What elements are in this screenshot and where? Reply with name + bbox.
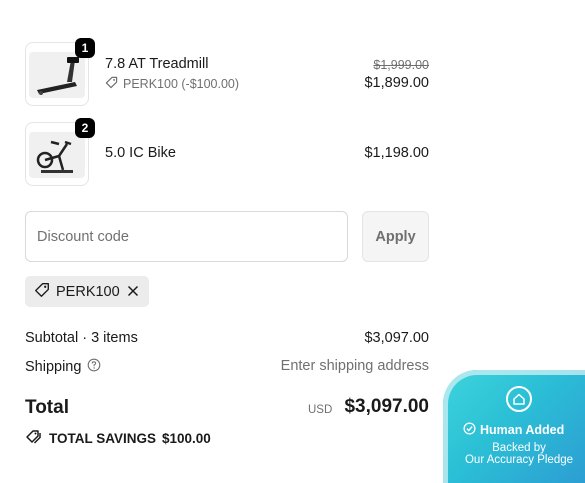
exercise-bike-image bbox=[29, 132, 85, 178]
check-circle-icon bbox=[463, 422, 476, 438]
total-value: $3,097.00 bbox=[344, 396, 429, 417]
accuracy-pledge-badge[interactable]: Human Added Backed by Our Accuracy Pledg… bbox=[443, 370, 585, 483]
quantity-badge: 1 bbox=[75, 38, 95, 58]
shipping-label-group: Shipping bbox=[25, 358, 101, 376]
currency-code: USD bbox=[308, 404, 333, 416]
tag-icon bbox=[34, 282, 50, 302]
treadmill-image bbox=[29, 52, 85, 98]
quantity-badge: 2 bbox=[75, 118, 95, 138]
pledge-title-row: Human Added bbox=[463, 422, 564, 438]
subtotal-label: Subtotal · 3 items bbox=[25, 330, 138, 346]
item-discount: PERK100 (-$100.00) bbox=[105, 76, 239, 92]
item-name: 7.8 AT Treadmill bbox=[105, 56, 209, 72]
pledge-line-2: Our Accuracy Pledge bbox=[464, 454, 574, 466]
line-item: 1 7.8 AT Treadmill PERK100 (-$100.00) $1… bbox=[25, 38, 429, 106]
applied-discount-chip: PERK100 bbox=[25, 276, 149, 307]
tag-icon bbox=[105, 76, 118, 92]
discount-code-input[interactable]: Discount code bbox=[25, 211, 348, 262]
item-discount-label: PERK100 (-$100.00) bbox=[123, 77, 240, 91]
total-savings: TOTAL SAVINGS $100.00 bbox=[25, 429, 211, 448]
shipping-value: Enter shipping address bbox=[280, 358, 429, 374]
close-icon[interactable] bbox=[125, 283, 141, 299]
total-label: Total bbox=[25, 397, 69, 418]
help-icon[interactable] bbox=[87, 358, 101, 376]
item-name: 5.0 IC Bike bbox=[105, 145, 176, 161]
original-price: $1,999.00 bbox=[373, 58, 429, 72]
item-price: $1,899.00 bbox=[364, 75, 429, 91]
savings-label: TOTAL SAVINGS bbox=[49, 431, 157, 446]
tags-icon bbox=[25, 429, 43, 448]
house-icon bbox=[506, 386, 532, 412]
line-item: 2 5.0 IC Bike $1,198.00 bbox=[25, 118, 429, 186]
item-price: $1,198.00 bbox=[364, 145, 429, 161]
apply-button[interactable]: Apply bbox=[362, 211, 429, 262]
savings-value: $100.00 bbox=[162, 431, 211, 446]
shipping-label: Shipping bbox=[25, 359, 82, 375]
pledge-title: Human Added bbox=[480, 423, 565, 437]
applied-code-label: PERK100 bbox=[56, 283, 120, 300]
subtotal-value: $3,097.00 bbox=[364, 330, 429, 346]
